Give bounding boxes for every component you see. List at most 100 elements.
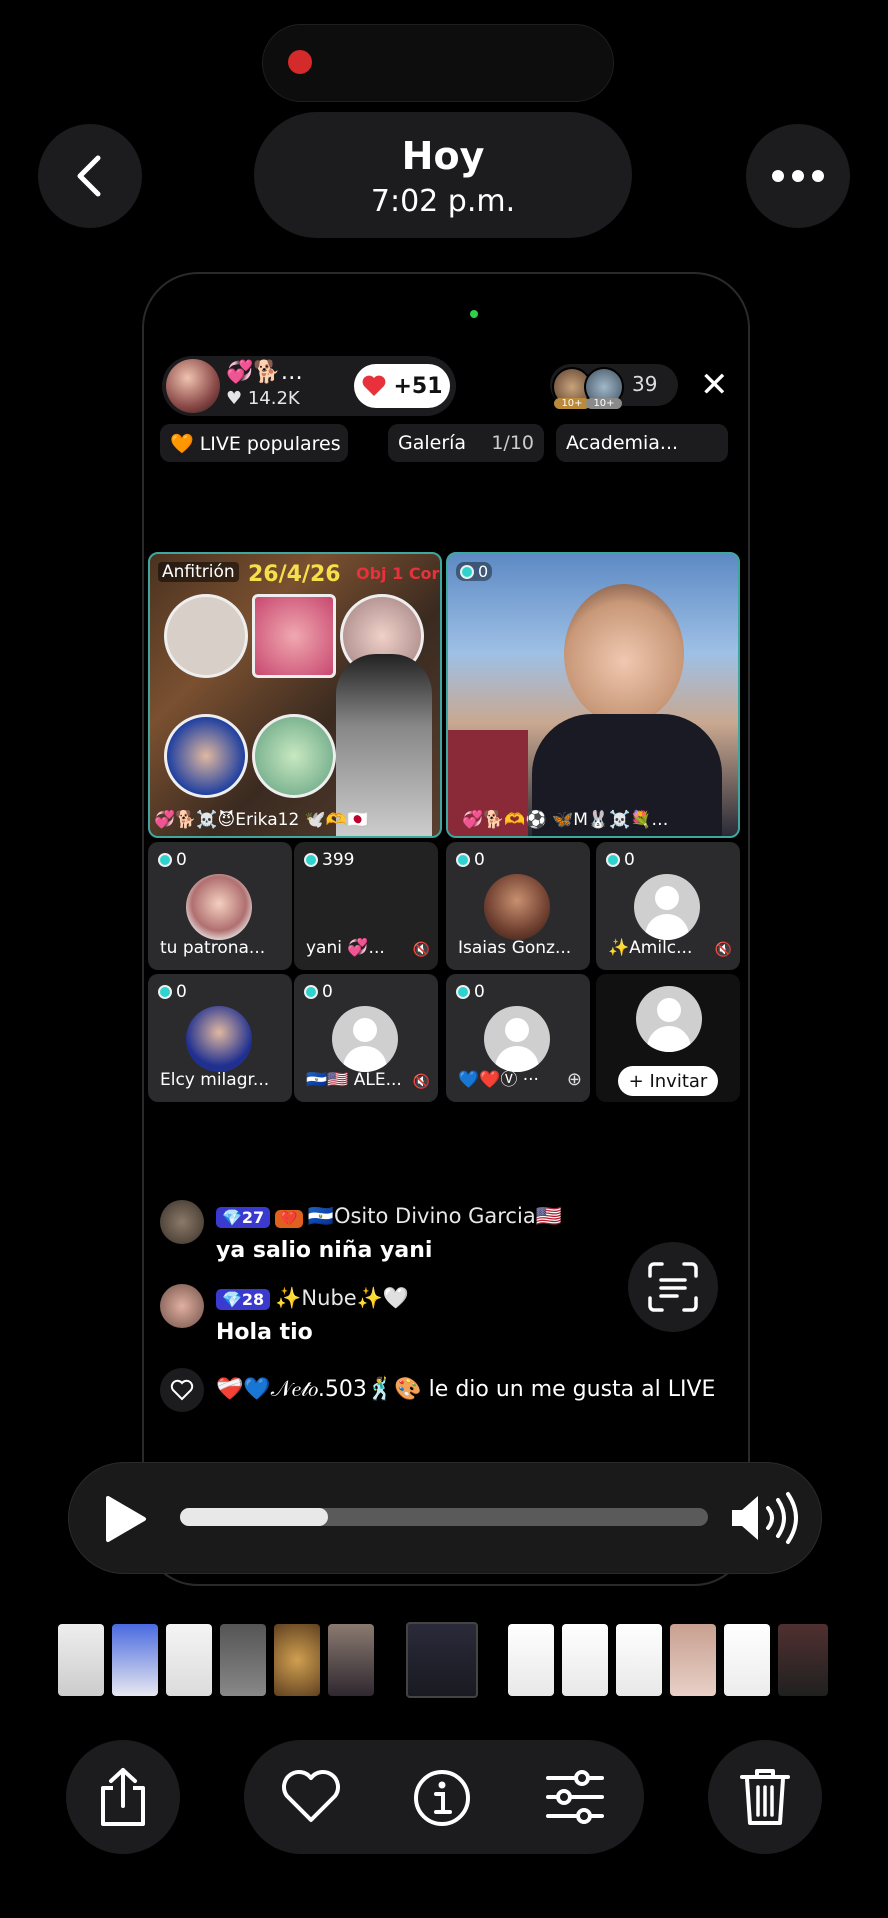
viewer-avatar[interactable]: 10+ — [584, 367, 624, 409]
play-button[interactable] — [102, 1494, 148, 1548]
seat-name: Isaias Gonz... — [458, 938, 572, 958]
info-button[interactable] — [412, 1768, 472, 1832]
seat-tile[interactable]: 0 ✨Amilc... 🔇 — [596, 842, 740, 970]
follow-plus-button[interactable]: +51 — [354, 364, 450, 408]
heart-outline-icon — [170, 1379, 194, 1401]
speaker-icon — [732, 1492, 798, 1544]
gem-icon — [460, 564, 474, 579]
thumbnail[interactable] — [778, 1624, 828, 1696]
scan-text-button[interactable] — [628, 1242, 718, 1332]
chat-header: 💎28 ✨Nube✨🤍 — [216, 1286, 409, 1311]
progress-fill — [180, 1508, 328, 1526]
heart-badge-icon: 💔 — [275, 1210, 303, 1228]
heart-icon — [282, 1770, 340, 1822]
invite-button[interactable]: + Invitar — [618, 1066, 718, 1096]
sliders-icon — [546, 1770, 604, 1824]
tab-galeria-page: 1/10 — [491, 432, 534, 454]
camera-indicator-icon — [470, 310, 478, 318]
guest-video-tile[interactable]: 0 💞🐕🫶⚽ 🦋M🐰☠️💐… — [446, 552, 740, 838]
seat-count-value: 0 — [474, 982, 485, 1002]
mic-off-icon: 🔇 — [412, 1074, 430, 1090]
seat-count-value: 0 — [624, 850, 635, 870]
seat-name: 🇸🇻🇺🇸 ALE... — [306, 1070, 402, 1090]
back-button[interactable] — [38, 124, 142, 228]
gem-icon — [606, 853, 620, 867]
thumbnail[interactable] — [58, 1624, 104, 1696]
title-day: Hoy — [401, 134, 485, 178]
avatar[interactable] — [160, 1200, 204, 1244]
avatar[interactable] — [160, 1284, 204, 1328]
share-icon — [101, 1768, 145, 1826]
tab-galeria[interactable]: Galería 1/10 — [388, 424, 544, 462]
avatar — [186, 1006, 252, 1072]
host-date: 26/4/26 — [248, 562, 341, 587]
gem-icon — [456, 853, 470, 867]
host-avatar[interactable] — [166, 359, 220, 413]
system-message: ❤️‍🩹💙𝒩𝑒𝓉𝑜.503🕺🎨 le dio un me gusta al LI… — [216, 1377, 716, 1402]
seat-count-value: 0 — [322, 982, 333, 1002]
chat-message: Hola tio — [216, 1320, 313, 1345]
host-video-tile[interactable]: Anfitrión 26/4/26 Obj 1 Cora 💞🐕☠️😈Erika1… — [148, 552, 442, 838]
avatar — [484, 1006, 550, 1072]
seat-tile[interactable]: 0 Isaias Gonz... — [446, 842, 590, 970]
seat-tile[interactable]: 0 🇸🇻🇺🇸 ALE... 🔇 — [294, 974, 438, 1102]
seat-tile[interactable]: 0 Elcy milagr... — [148, 974, 292, 1102]
host-goal: Obj 1 Cora — [356, 564, 442, 583]
add-icon: ⊕ — [566, 1069, 582, 1090]
scan-text-icon — [648, 1262, 698, 1312]
thumbnail[interactable] — [670, 1624, 716, 1696]
tab-academia[interactable]: Academia... — [556, 424, 728, 462]
tab-galeria-label: Galería — [398, 432, 467, 454]
seat-tile[interactable]: 0 tu patrona... — [148, 842, 292, 970]
chevron-left-icon — [77, 155, 101, 197]
mic-off-icon: 🔇 — [412, 942, 430, 958]
thumbnail[interactable] — [508, 1624, 554, 1696]
date-title: Hoy 7:02 p.m. — [254, 112, 632, 238]
level-value: 28 — [241, 1290, 265, 1309]
favorite-button[interactable] — [280, 1768, 342, 1828]
photo-thumb — [252, 714, 336, 798]
thumbnail[interactable] — [724, 1624, 770, 1696]
gem-icon — [304, 985, 318, 999]
invite-seat[interactable]: + Invitar — [596, 974, 740, 1102]
seat-name: Elcy milagr... — [160, 1070, 270, 1090]
photo-thumb — [164, 594, 248, 678]
tab-live-populares[interactable]: 🧡 LIVE populares — [160, 424, 348, 462]
chat-message: ya salio niña yani — [216, 1238, 433, 1263]
delete-button[interactable] — [708, 1740, 822, 1854]
host-likes: ♥ 14.2K — [226, 388, 300, 409]
thumbnail-selected[interactable] — [406, 1622, 478, 1698]
seat-count: 399 — [304, 850, 354, 870]
close-icon[interactable]: ✕ — [700, 368, 729, 402]
avatar — [186, 874, 252, 940]
avatar — [484, 874, 550, 940]
photo-thumb — [252, 594, 336, 678]
host-name: 💞🐕… — [226, 360, 303, 385]
thumbnail[interactable] — [112, 1624, 158, 1696]
avatar — [636, 986, 702, 1052]
thumbnail[interactable] — [328, 1624, 374, 1696]
trash-icon — [740, 1769, 790, 1825]
seat-name: tu patrona... — [160, 938, 266, 958]
level-badge: 💎27 — [216, 1207, 271, 1228]
seat-count-value: 0 — [176, 850, 187, 870]
thumbnail[interactable] — [274, 1624, 320, 1696]
seat-count: 0 — [304, 982, 333, 1002]
seat-tile[interactable]: 0 💙❤️Ⓥ ··· ⊕ — [446, 974, 590, 1102]
plus-count: +51 — [393, 373, 443, 399]
thumbnail[interactable] — [220, 1624, 266, 1696]
thumbnail[interactable] — [562, 1624, 608, 1696]
viewer-badge: 10+ — [554, 398, 590, 409]
seat-count: 0 — [456, 982, 485, 1002]
thumbnail[interactable] — [616, 1624, 662, 1696]
more-button[interactable] — [746, 124, 850, 228]
adjust-button[interactable] — [544, 1768, 606, 1830]
avatar — [634, 874, 700, 940]
seat-tile[interactable]: 399 yani 💞... 🔇 — [294, 842, 438, 970]
volume-button[interactable] — [728, 1490, 804, 1550]
seat-count: 0 — [158, 982, 187, 1002]
thumbnail[interactable] — [166, 1624, 212, 1696]
viewer-count: 39 — [632, 372, 658, 396]
seat-name: ✨Amilc... — [608, 938, 693, 958]
share-button[interactable] — [66, 1740, 180, 1854]
